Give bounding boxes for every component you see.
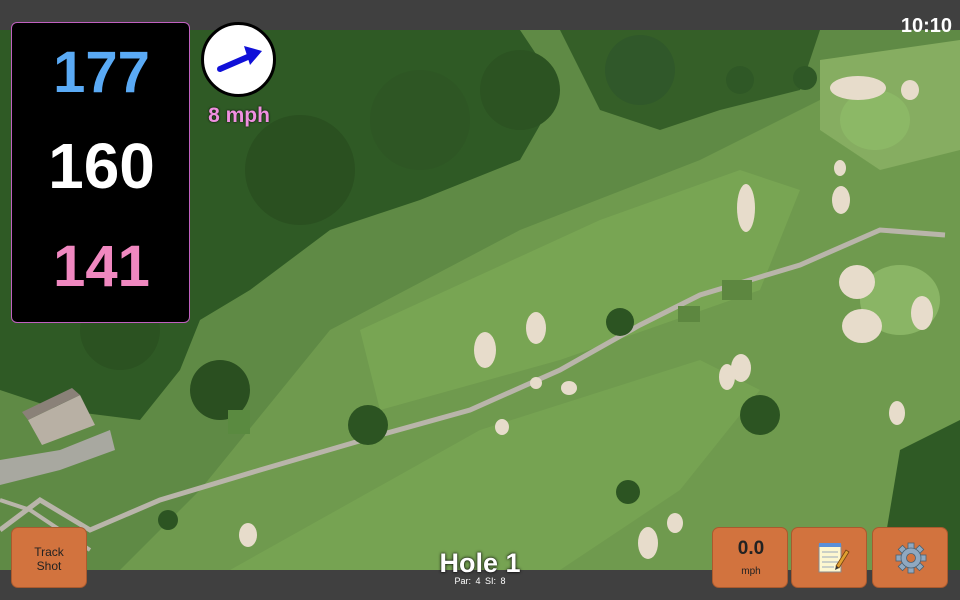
- speed-unit: mph: [741, 566, 761, 577]
- track-shot-button[interactable]: Track Shot: [11, 527, 87, 588]
- golf-gps-screen: 10:10 177 160 141 8 mph Track Shot Hole …: [0, 0, 960, 600]
- par-label: Par: 4: [454, 576, 481, 586]
- speed-value: 0.0: [737, 538, 765, 559]
- wind-speed-label: 8 mph: [208, 104, 270, 127]
- track-shot-label-line2: Shot: [36, 559, 62, 573]
- stroke-index-label: SI: 8: [485, 576, 506, 586]
- notepad-icon: [818, 543, 850, 573]
- notes-button[interactable]: [791, 527, 867, 588]
- settings-button[interactable]: [872, 527, 948, 588]
- back-distance: 177: [53, 40, 150, 105]
- speed-button[interactable]: 0.0 mph: [712, 527, 788, 588]
- wind-direction-indicator: [201, 22, 276, 97]
- hole-title: Hole 1: [439, 548, 521, 578]
- hole-info: Par: 4 SI: 8: [400, 576, 560, 586]
- clock: 10:10: [900, 15, 952, 37]
- track-shot-label-line1: Track: [34, 545, 64, 559]
- middle-distance: 160: [48, 130, 155, 202]
- distance-panel: 177 160 141: [11, 22, 190, 323]
- gear-icon: [895, 542, 927, 574]
- arrow-icon: [217, 46, 262, 72]
- front-distance: 141: [53, 234, 150, 299]
